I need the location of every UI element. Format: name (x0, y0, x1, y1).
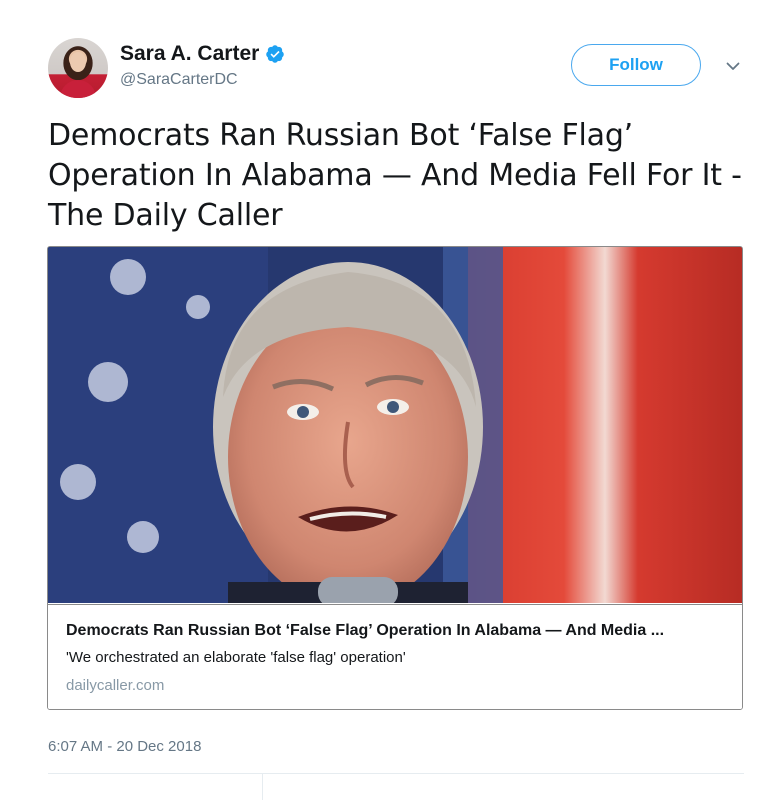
avatar-clothing (60, 80, 96, 98)
author-name-block: Sara A. Carter @SaraCarterDC (120, 42, 285, 89)
divider (48, 773, 744, 774)
verified-badge-icon (266, 45, 285, 63)
card-description: 'We orchestrated an elaborate 'false fla… (66, 649, 406, 666)
follow-button[interactable]: Follow (571, 44, 701, 86)
card-title[interactable]: Democrats Ran Russian Bot ‘False Flag’ O… (66, 621, 724, 641)
author-handle[interactable]: @SaraCarterDC (120, 71, 285, 89)
author-avatar[interactable] (48, 38, 108, 98)
tweet-text: Democrats Ran Russian Bot ‘False Flag’ O… (48, 118, 742, 233)
stats-divider (262, 774, 263, 800)
link-card[interactable]: Democrats Ran Russian Bot ‘False Flag’ O… (47, 246, 743, 710)
tweet-timestamp[interactable]: 6:07 AM - 20 Dec 2018 (48, 738, 201, 755)
card-text-block: Democrats Ran Russian Bot ‘False Flag’ O… (48, 604, 742, 709)
chevron-down-icon[interactable] (725, 58, 741, 74)
tweet-container: Sara A. Carter @SaraCarterDC Follow Demo… (0, 0, 777, 800)
author-display-name[interactable]: Sara A. Carter (120, 42, 259, 66)
avatar-face (70, 52, 86, 72)
tweet-header: Sara A. Carter @SaraCarterDC Follow (48, 38, 748, 100)
card-photo (48, 247, 742, 603)
display-name-row: Sara A. Carter (120, 42, 285, 66)
card-image[interactable] (48, 247, 742, 603)
card-domain: dailycaller.com (66, 677, 165, 694)
